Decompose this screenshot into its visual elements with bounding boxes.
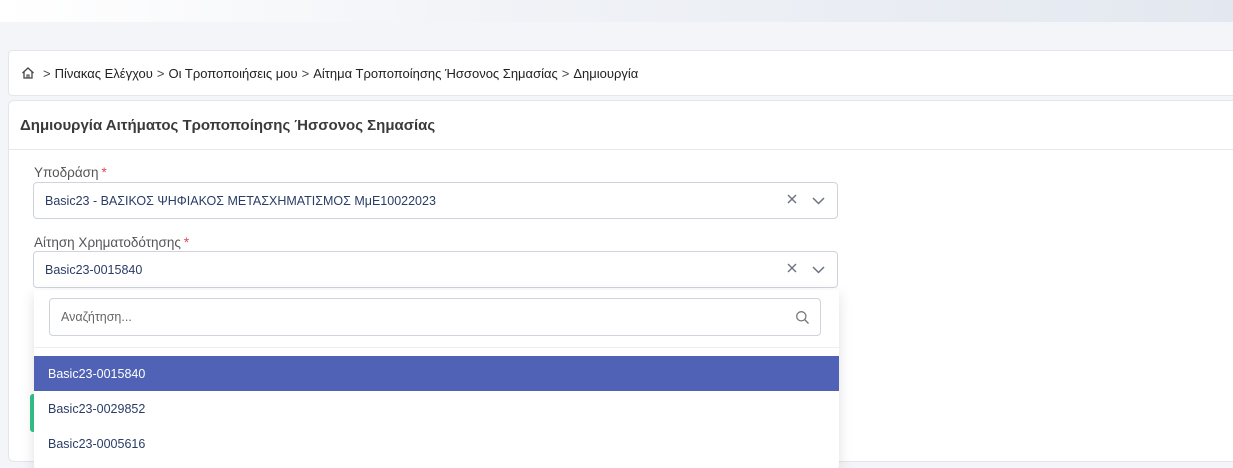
breadcrumb-separator: > xyxy=(301,65,310,81)
required-mark: * xyxy=(101,165,107,180)
breadcrumb-item-dashboard[interactable]: Πίνακας Ελέγχου xyxy=(55,66,153,81)
page-title: Δημιουργία Αιτήματος Τροποποίησης Ήσσονο… xyxy=(20,117,436,134)
breadcrumb: > Πίνακας Ελέγχου > Οι Τροποποιήσεις μου… xyxy=(8,50,1233,96)
funding-application-label-text: Αίτηση Χρηματοδότησης xyxy=(34,235,181,250)
title-divider xyxy=(9,149,1233,150)
chevron-down-icon[interactable] xyxy=(812,263,825,277)
dropdown-option-label: Basic23-0029852 xyxy=(48,401,146,416)
dropdown-option[interactable]: Basic23-0029852 xyxy=(34,391,839,426)
close-icon[interactable] xyxy=(786,193,798,208)
breadcrumb-item-minor-modification-request[interactable]: Αίτημα Τροποποίησης Ήσσονος Σημασίας xyxy=(313,66,558,81)
breadcrumb-separator: > xyxy=(561,65,570,81)
close-icon[interactable] xyxy=(786,262,798,277)
funding-application-select[interactable]: Basic23-0015840 xyxy=(33,251,838,288)
dropdown-option-label: Basic23-0015840 xyxy=(48,366,146,381)
subaction-label-text: Υποδράση xyxy=(34,165,99,180)
breadcrumb-item-create: Δημιουργία xyxy=(573,65,639,81)
chevron-down-icon[interactable] xyxy=(812,194,825,208)
home-icon[interactable] xyxy=(21,66,35,80)
dropdown-divider xyxy=(34,347,839,348)
top-header-strip xyxy=(0,0,1233,22)
dropdown-search xyxy=(49,298,821,336)
subaction-select[interactable]: Basic23 - ΒΑΣΙΚΟΣ ΨΗΦΙΑΚΟΣ ΜΕΤΑΣΧΗΜΑΤΙΣΜ… xyxy=(33,182,838,219)
breadcrumb-separator: > xyxy=(43,65,51,81)
subaction-label: Υποδράση * xyxy=(34,165,107,180)
required-mark: * xyxy=(183,235,190,250)
search-icon xyxy=(795,310,810,325)
dropdown-option[interactable]: Basic23-0005616 xyxy=(34,426,839,461)
breadcrumb-separator: > xyxy=(156,65,165,81)
dropdown-option-label: Basic23-0005616 xyxy=(48,436,146,451)
funding-application-label: Αίτηση Χρηματοδότησης * xyxy=(34,235,189,250)
funding-application-dropdown: Basic23-0015840 Basic23-0029852 Basic23-… xyxy=(34,290,839,468)
dropdown-option[interactable]: Basic23-0015840 xyxy=(34,356,839,391)
funding-application-selected-value: Basic23-0015840 xyxy=(45,262,143,277)
subaction-selected-value: Basic23 - ΒΑΣΙΚΟΣ ΨΗΦΙΑΚΟΣ ΜΕΤΑΣΧΗΜΑΤΙΣΜ… xyxy=(45,193,436,208)
breadcrumb-item-my-modifications[interactable]: Οι Τροποποιήσεις μου xyxy=(169,66,298,81)
search-input[interactable] xyxy=(50,299,770,335)
